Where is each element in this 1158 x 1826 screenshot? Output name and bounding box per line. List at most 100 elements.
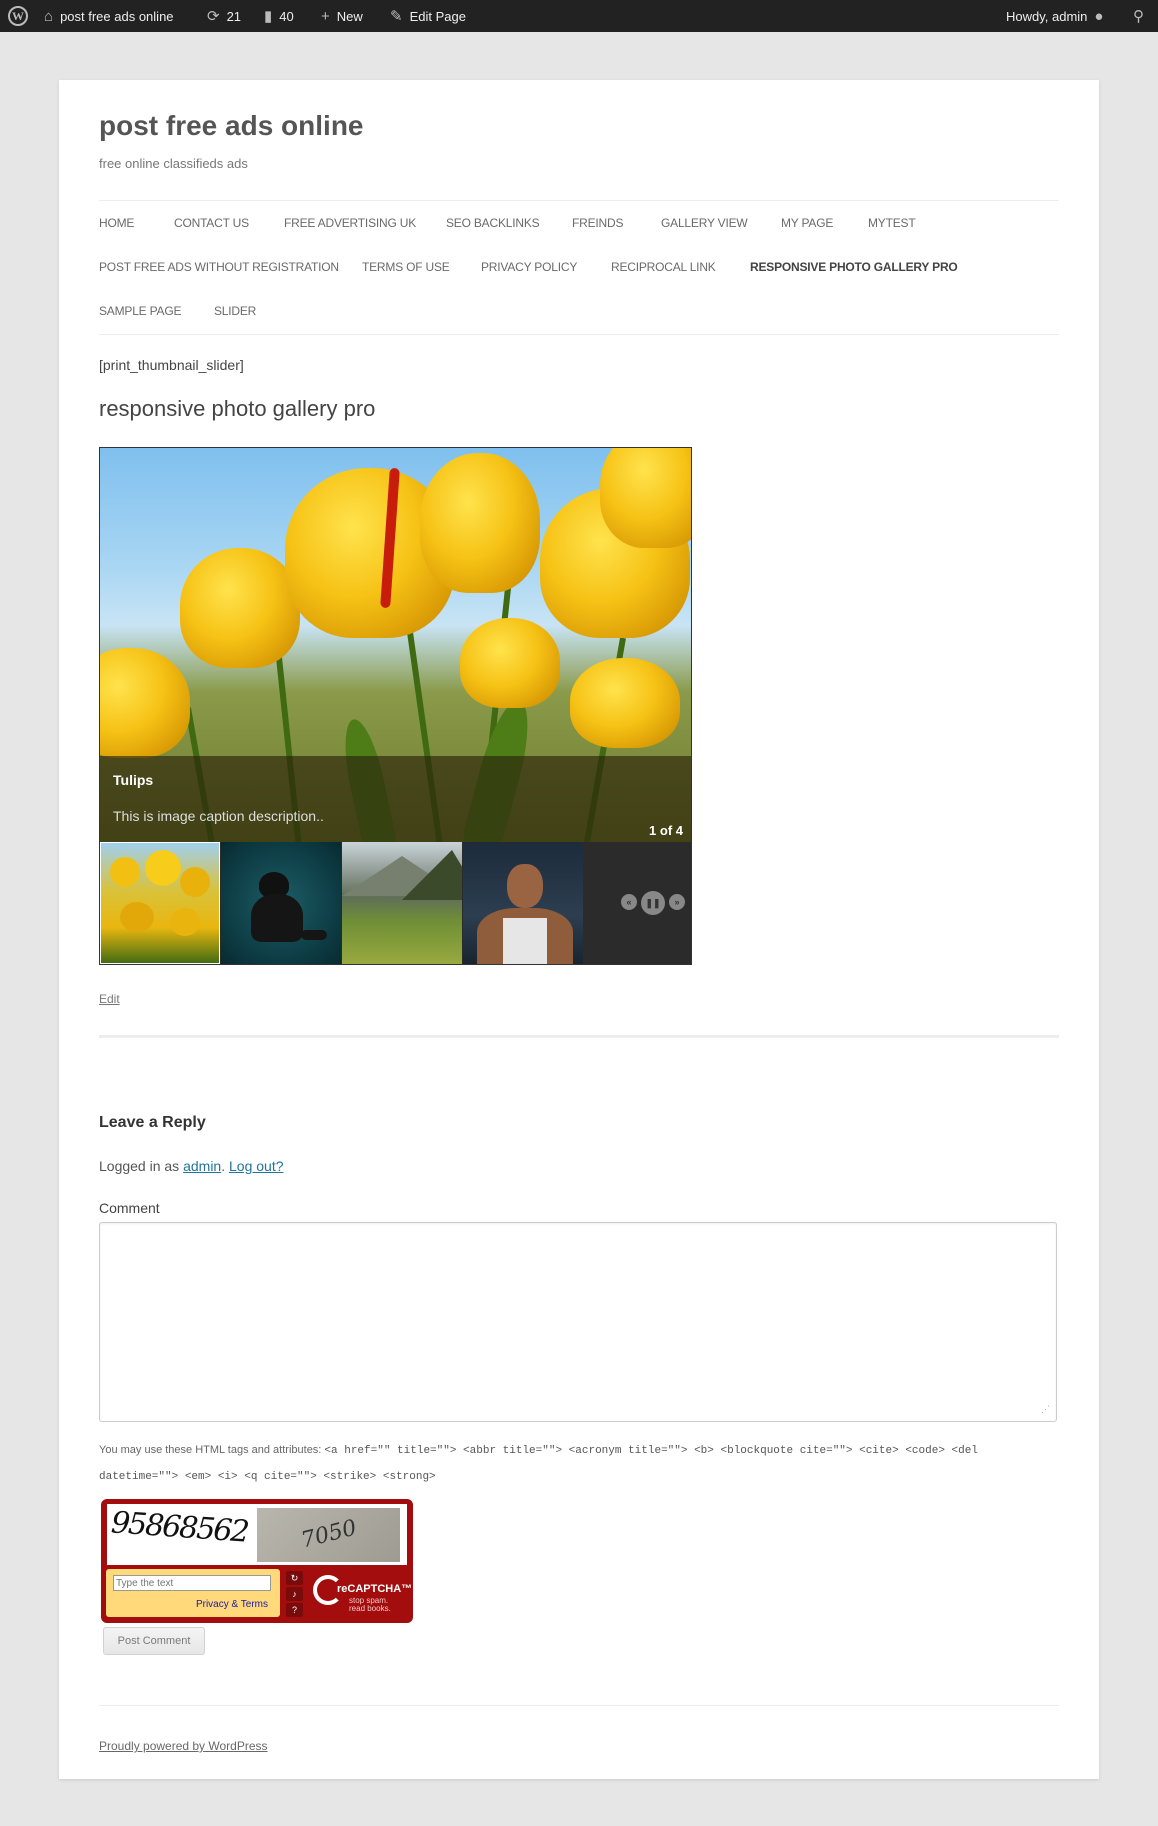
site-description: free online classifieds ads <box>99 156 248 171</box>
divider <box>99 200 1059 201</box>
previous-slide-icon[interactable]: « <box>621 894 637 910</box>
tulip-shape <box>170 908 200 936</box>
plus-icon: + <box>321 7 330 25</box>
recaptcha-brand: reCAPTCHA™ <box>337 1583 413 1595</box>
nav-item-gallery-view[interactable]: GALLERY VIEW <box>661 216 748 230</box>
cat-body-shape <box>251 894 303 942</box>
shortcode-text: [print_thumbnail_slider] <box>99 357 244 373</box>
updates-count: 21 <box>226 8 242 24</box>
nav-item-mytest[interactable]: MYTEST <box>868 216 916 230</box>
resize-grip-icon[interactable]: ⋰ <box>1041 1404 1050 1415</box>
nav-item-my-page[interactable]: MY PAGE <box>781 216 833 230</box>
post-comment-button[interactable]: Post Comment <box>103 1627 205 1655</box>
logged-in-as: Logged in as admin. Log out? <box>99 1158 284 1174</box>
site-title[interactable]: post free ads online <box>99 110 364 142</box>
divider <box>99 1705 1059 1706</box>
nav-item-responsive-photo-gallery-pro[interactable]: RESPONSIVE PHOTO GALLERY PRO <box>750 260 958 274</box>
nav-item-free-advertising-uk[interactable]: FREE ADVERTISING UK <box>284 216 416 230</box>
nav-item-terms-of-use[interactable]: TERMS OF USE <box>362 260 450 274</box>
tulip-shape <box>570 658 680 748</box>
nav-item-sample-page[interactable]: SAMPLE PAGE <box>99 304 181 318</box>
nav-item-slider[interactable]: SLIDER <box>214 304 256 318</box>
thumbnail-tulips[interactable] <box>100 842 220 964</box>
footer-credit-link[interactable]: Proudly powered by WordPress <box>99 1739 268 1753</box>
divider <box>99 1035 1059 1038</box>
captcha-word-1: 95868562 <box>109 1505 249 1550</box>
tulip-shape <box>180 548 300 668</box>
recaptcha-logo: reCAPTCHA™ stop spam. read books. <box>313 1571 412 1615</box>
new-label: New <box>336 8 363 24</box>
howdy-label: Howdy, admin <box>1006 8 1088 24</box>
thumbnail-mountain-meadow[interactable] <box>342 842 462 964</box>
tulip-shape <box>145 850 181 886</box>
captcha-word-2-box: 7050 <box>257 1508 400 1562</box>
nav-item-seo-backlinks[interactable]: SEO BACKLINKS <box>446 216 540 230</box>
mountain-shape <box>402 850 462 900</box>
nav-item-reciprocal-link[interactable]: RECIPROCAL LINK <box>611 260 716 274</box>
tulip-shape <box>600 448 691 548</box>
slogan-line: read books. <box>349 1604 391 1613</box>
recaptcha-slogan: stop spam. read books. <box>349 1597 391 1613</box>
search-icon: ⚲ <box>1133 7 1144 25</box>
edit-page-label: Edit Page <box>409 8 466 24</box>
profile-link[interactable]: admin <box>183 1158 221 1174</box>
comment-label: Comment <box>99 1200 160 1216</box>
logged-in-prefix: Logged in as <box>99 1158 184 1174</box>
tulip-shape <box>180 867 210 897</box>
comments-count: 40 <box>279 8 294 24</box>
logout-link[interactable]: Log out? <box>229 1158 284 1174</box>
thumbnail-cat[interactable] <box>221 842 341 964</box>
caption-description: This is image caption description.. <box>113 808 324 824</box>
thumbnail-man[interactable] <box>463 842 583 964</box>
wordpress-menu[interactable]: W <box>8 0 28 32</box>
tulip-shape <box>460 618 560 708</box>
pause-icon[interactable]: ❚❚ <box>641 891 665 915</box>
gallery-caption: Tulips This is image caption description… <box>100 756 691 842</box>
head-shape <box>507 864 543 908</box>
wordpress-logo-icon: W <box>8 6 28 26</box>
recaptcha-widget: 95868562 7050 Privacy & Terms ↻ ♪ ? reCA… <box>101 1499 413 1623</box>
captcha-word-2: 7050 <box>298 1515 360 1554</box>
allowed-tags-prefix: You may use these HTML tags and attribut… <box>99 1444 325 1456</box>
edit-page-link[interactable]: ✎ Edit Page <box>390 0 466 32</box>
nav-item-freinds[interactable]: FREINDS <box>572 216 623 230</box>
help-icon[interactable]: ? <box>286 1603 303 1617</box>
tulip-shape <box>100 648 190 758</box>
caption-title: Tulips <box>113 772 154 788</box>
entry-title: responsive photo gallery pro <box>99 396 376 421</box>
slide-counter: 1 of 4 <box>649 823 683 838</box>
audio-captcha-icon[interactable]: ♪ <box>286 1587 303 1601</box>
gallery-main-image[interactable]: Tulips This is image caption description… <box>100 448 691 842</box>
new-content-menu[interactable]: + New <box>321 0 363 32</box>
nav-item-post-free-ads[interactable]: POST FREE ADS WITHOUT REGISTRATION <box>99 260 339 274</box>
tulip-shape <box>110 857 140 887</box>
comment-textarea[interactable]: ⋰ <box>99 1222 1057 1422</box>
captcha-input-area: Privacy & Terms <box>106 1569 280 1617</box>
home-icon: ⌂ <box>44 7 54 25</box>
edit-post-link[interactable]: Edit <box>99 992 120 1006</box>
divider <box>99 334 1059 335</box>
site-name-menu[interactable]: ⌂ post free ads online <box>44 0 174 32</box>
leave-reply-heading: Leave a Reply <box>99 1114 206 1131</box>
next-slide-icon[interactable]: » <box>669 894 685 910</box>
comments-menu[interactable]: ▮ 40 <box>264 0 294 32</box>
nav-item-privacy-policy[interactable]: PRIVACY POLICY <box>481 260 577 274</box>
tulip-shape <box>420 453 540 593</box>
nav-item-home[interactable]: HOME <box>99 216 134 230</box>
refresh-captcha-icon[interactable]: ↻ <box>286 1571 303 1585</box>
admin-search[interactable]: ⚲ <box>1133 0 1144 32</box>
thumbnail-strip: « ❚❚ » <box>100 842 691 964</box>
my-account-menu[interactable]: Howdy, admin ● <box>1006 0 1103 32</box>
comment-icon: ▮ <box>264 7 273 25</box>
photo-gallery-slider: Tulips This is image caption description… <box>99 447 692 965</box>
pencil-icon: ✎ <box>390 7 403 25</box>
tulip-shape <box>120 902 154 932</box>
cat-tail-shape <box>301 930 327 940</box>
updates-menu[interactable]: ⟳ 21 <box>207 0 241 32</box>
captcha-response-input[interactable] <box>113 1575 271 1591</box>
updates-icon: ⟳ <box>207 7 220 25</box>
user-avatar-icon: ● <box>1094 7 1104 25</box>
captcha-image: 95868562 7050 <box>107 1504 407 1565</box>
privacy-terms-link[interactable]: Privacy & Terms <box>196 1599 268 1610</box>
nav-item-contact-us[interactable]: CONTACT US <box>174 216 249 230</box>
